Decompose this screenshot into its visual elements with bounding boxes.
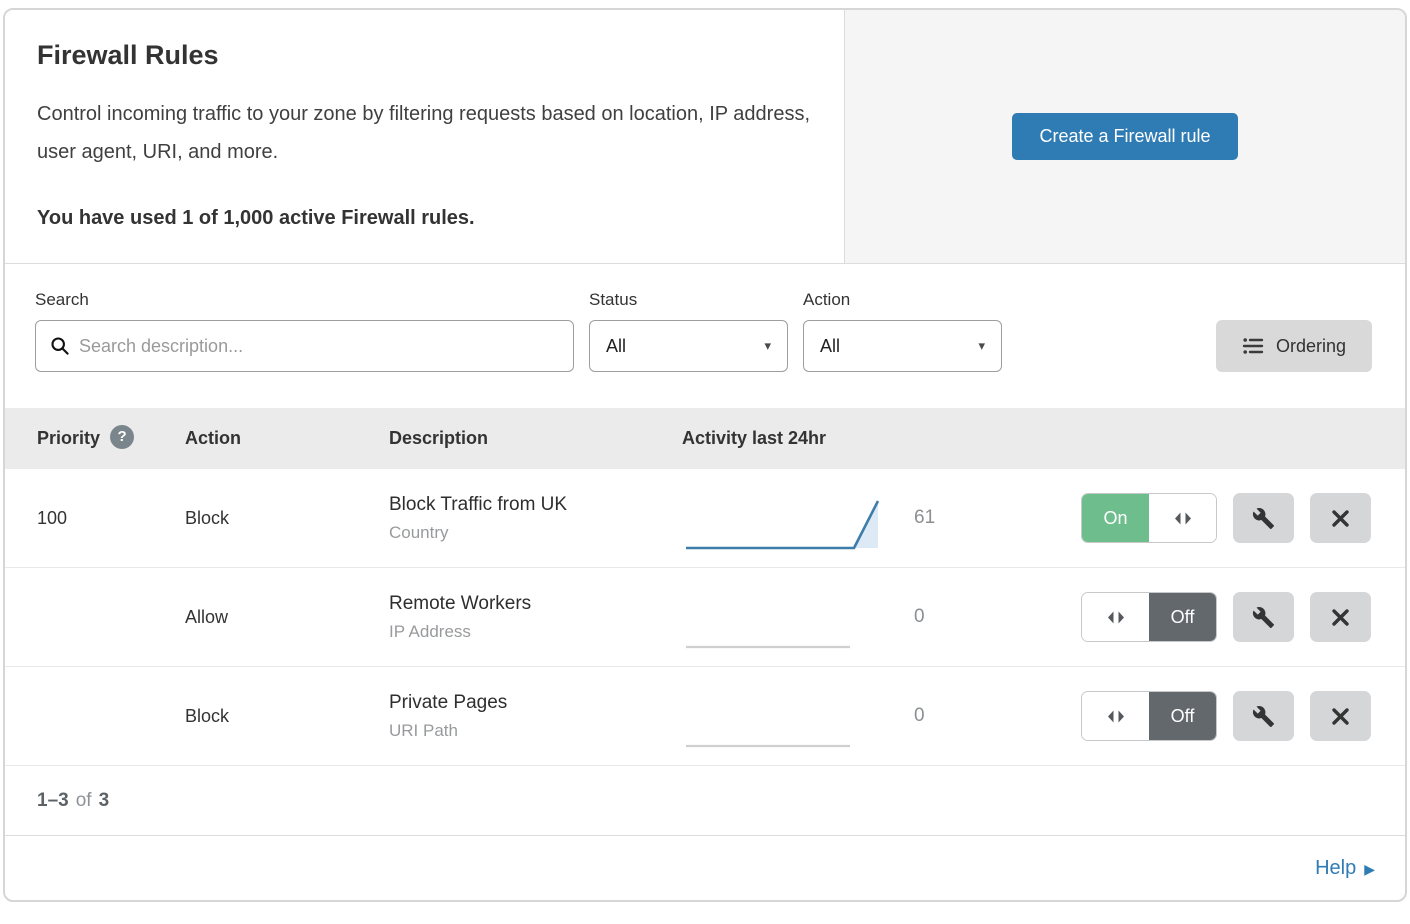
toggle-state-label: Off (1149, 692, 1216, 740)
column-description: Description (389, 428, 682, 449)
rule-type: IP Address (389, 622, 682, 642)
rule-description: Block Traffic from UK (389, 494, 682, 516)
edit-rule-button[interactable] (1233, 691, 1294, 741)
search-input[interactable] (79, 336, 559, 357)
column-activity: Activity last 24hr (682, 428, 1405, 449)
action-label: Action (803, 290, 1002, 310)
toggle-arrows-icon (1082, 692, 1149, 740)
ordering-button[interactable]: Ordering (1216, 320, 1372, 372)
table-row: Allow Remote Workers IP Address 0 Off (5, 568, 1405, 667)
action-value: Block (185, 508, 389, 529)
usage-note: You have used 1 of 1,000 active Firewall… (37, 207, 812, 230)
help-link[interactable]: Help ▶ (1315, 857, 1375, 880)
help-row: Help ▶ (5, 836, 1405, 900)
action-value: Block (185, 706, 389, 727)
table-row: 100 Block Block Traffic from UK Country … (5, 469, 1405, 568)
status-label: Status (589, 290, 788, 310)
action-select[interactable]: All ▾ (803, 320, 1002, 372)
toggle-arrows-icon (1082, 593, 1149, 641)
ordering-button-label: Ordering (1276, 336, 1346, 357)
status-select[interactable]: All ▾ (589, 320, 788, 372)
search-box[interactable] (35, 320, 574, 372)
edit-rule-button[interactable] (1233, 493, 1294, 543)
search-icon (50, 336, 70, 356)
chevron-down-icon: ▾ (978, 338, 985, 354)
page-title: Firewall Rules (37, 40, 812, 71)
activity-sparkline (682, 593, 884, 655)
list-ordering-icon (1242, 336, 1264, 356)
rule-enabled-toggle[interactable]: Off (1081, 592, 1217, 642)
cta-panel: Create a Firewall rule (844, 10, 1405, 263)
activity-count: 0 (914, 606, 944, 628)
intro-panel: Firewall Rules Control incoming traffic … (5, 10, 844, 263)
activity-count: 61 (914, 507, 944, 529)
firewall-rules-card: Firewall Rules Control incoming traffic … (3, 8, 1407, 902)
close-icon (1330, 607, 1351, 628)
pagination: 1–3 of 3 (5, 766, 1405, 836)
delete-rule-button[interactable] (1310, 592, 1371, 642)
rule-type: URI Path (389, 721, 682, 741)
table-header: Priority ? Action Description Activity l… (5, 408, 1405, 469)
toggle-state-label: On (1082, 494, 1149, 542)
header-section: Firewall Rules Control incoming traffic … (5, 10, 1405, 264)
close-icon (1330, 706, 1351, 727)
column-action: Action (185, 428, 389, 449)
priority-value: 100 (5, 508, 185, 529)
create-firewall-rule-button[interactable]: Create a Firewall rule (1012, 113, 1237, 160)
wrench-icon (1252, 606, 1275, 629)
action-value: Allow (185, 607, 389, 628)
priority-help-icon[interactable]: ? (110, 425, 134, 449)
activity-sparkline (682, 692, 884, 754)
activity-sparkline (682, 494, 884, 556)
rule-enabled-toggle[interactable]: Off (1081, 691, 1217, 741)
delete-rule-button[interactable] (1310, 493, 1371, 543)
pagination-range: 1–3 (37, 790, 69, 812)
column-priority: Priority (37, 428, 100, 449)
help-label: Help (1315, 857, 1356, 880)
close-icon (1330, 508, 1351, 529)
toggle-state-label: Off (1149, 593, 1216, 641)
arrow-right-icon: ▶ (1364, 861, 1375, 878)
table-row: Block Private Pages URI Path 0 Off (5, 667, 1405, 766)
action-selected-value: All (820, 336, 840, 357)
toggle-arrows-icon (1149, 494, 1216, 542)
chevron-down-icon: ▾ (764, 338, 771, 354)
rule-enabled-toggle[interactable]: On (1081, 493, 1217, 543)
activity-count: 0 (914, 705, 944, 727)
pagination-total: 3 (99, 790, 110, 812)
page-description: Control incoming traffic to your zone by… (37, 95, 812, 171)
rule-description: Private Pages (389, 692, 682, 714)
rule-type: Country (389, 523, 682, 543)
rule-description: Remote Workers (389, 593, 682, 615)
delete-rule-button[interactable] (1310, 691, 1371, 741)
wrench-icon (1252, 705, 1275, 728)
search-label: Search (35, 290, 574, 310)
status-selected-value: All (606, 336, 626, 357)
edit-rule-button[interactable] (1233, 592, 1294, 642)
wrench-icon (1252, 507, 1275, 530)
pagination-of: of (76, 790, 92, 812)
filter-bar: Search Status All ▾ Action All ▾ (5, 264, 1405, 408)
